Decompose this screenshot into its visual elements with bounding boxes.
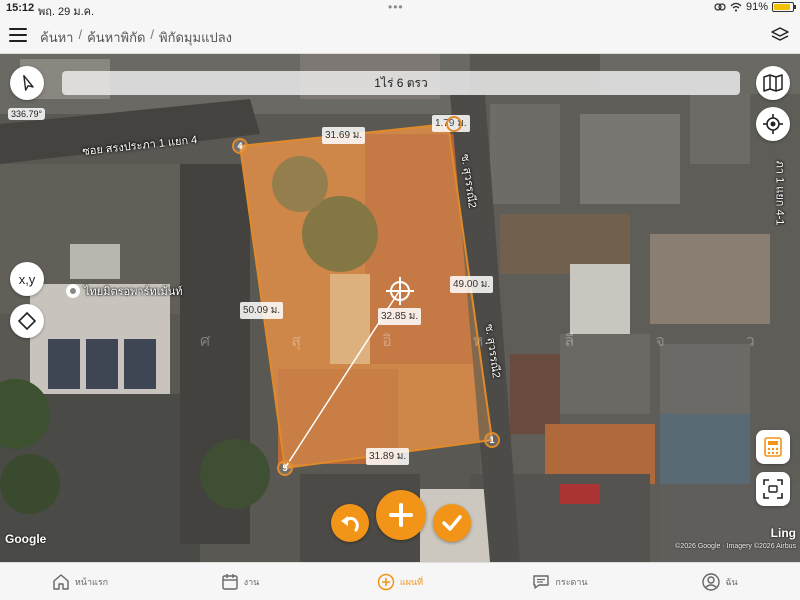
xy-input-button[interactable]: x,y: [10, 262, 44, 296]
map-copyright: ©2026 Google · Imagery ©2026 Airbus: [675, 543, 796, 550]
link-icon: [714, 3, 726, 11]
area-display: 1ไร่ 6 ตรว: [62, 71, 740, 95]
diamond-icon: [18, 312, 36, 330]
my-location-button[interactable]: [756, 107, 790, 141]
tab-jobs[interactable]: งาน: [160, 563, 320, 600]
tab-profile[interactable]: ฉัน: [640, 563, 800, 600]
tab-bar: หน้าแรก งาน แผนที่ กระดาน ฉัน: [0, 562, 800, 600]
user-icon: [702, 572, 721, 591]
plus-circle-icon: [377, 573, 395, 590]
nav-bar: ค้นหา / ค้นหาพิกัด / พิกัดมุมแปลง: [0, 16, 800, 54]
map-icon: [763, 74, 783, 92]
tab-map[interactable]: แผนที่: [320, 563, 480, 600]
tab-board[interactable]: กระดาน: [480, 563, 640, 600]
calculator-button[interactable]: [756, 430, 790, 464]
checkmark-icon: [442, 515, 462, 531]
capture-button[interactable]: [756, 472, 790, 506]
add-point-button[interactable]: [376, 490, 426, 540]
compass-icon: [23, 74, 34, 91]
confirm-button[interactable]: [433, 504, 471, 542]
wifi-icon: [730, 2, 742, 12]
breadcrumb-separator: /: [78, 27, 83, 42]
vertex-marker[interactable]: 4: [232, 138, 248, 154]
chat-icon: [533, 574, 550, 589]
plus-icon: [389, 503, 413, 527]
status-bar: 15:12 พฤ. 29 ม.ค. ••• 91%: [0, 0, 800, 18]
status-right: 91%: [714, 1, 796, 13]
breadcrumb: ค้นหา / ค้นหาพิกัด / พิกัดมุมแปลง: [40, 27, 232, 48]
screenshot-frame-icon: [763, 479, 783, 499]
xy-label: x,y: [18, 271, 36, 287]
breadcrumb-separator: /: [150, 27, 155, 42]
vertex-marker[interactable]: 1: [484, 432, 500, 448]
vertex-marker-handle[interactable]: [446, 116, 462, 132]
tab-label: หน้าแรก: [74, 576, 109, 587]
poi-label: ไทยมิตรอพาร์ทเม้นท์: [84, 286, 183, 298]
location-target-icon: [763, 114, 783, 134]
heading-value: 336.79°: [8, 108, 46, 120]
tab-label: งาน: [243, 576, 260, 587]
parcel-polygon: [238, 122, 494, 470]
vertex-marker[interactable]: 5: [277, 460, 293, 476]
undo-icon: [341, 516, 359, 532]
status-time: 15:12: [6, 2, 35, 14]
poi-pin-icon: [66, 284, 80, 298]
tab-home[interactable]: หน้าแรก: [0, 563, 160, 600]
street-label: ภา 1 แยก 4-1: [773, 160, 786, 226]
compass-button[interactable]: [10, 66, 44, 100]
menu-icon[interactable]: [9, 28, 27, 42]
measurement-right: 49.00 ม.: [450, 276, 494, 293]
satellite-map[interactable]: ศ สุ อิ ห ลี จ ว ล ดิ์ 1ไร่ 6 ตรว 336.79…: [0, 54, 800, 562]
breadcrumb-parcel-corners: พิกัดมุมแปลง: [159, 30, 233, 45]
poi-marker[interactable]: ไทยมิตรอพาร์ทเม้นท์: [66, 282, 183, 300]
navigate-button[interactable]: [10, 304, 44, 338]
measurement-diagonal: 32.85 ม.: [378, 308, 422, 325]
map-view-button[interactable]: [756, 66, 790, 100]
multitask-dots-icon[interactable]: •••: [388, 0, 404, 14]
measurement-bottom: 31.89 ม.: [366, 448, 410, 465]
crosshair-icon: [386, 277, 414, 305]
home-icon: [53, 573, 69, 590]
calendar-icon: [221, 573, 238, 590]
breadcrumb-search[interactable]: ค้นหา: [40, 27, 73, 48]
undo-button[interactable]: [331, 504, 369, 542]
breadcrumb-search-coordinates[interactable]: ค้นหาพิกัด: [87, 27, 145, 48]
battery-icon: [772, 2, 796, 12]
calculator-icon: [764, 437, 782, 457]
layers-icon[interactable]: [770, 26, 790, 44]
google-logo: Google: [5, 532, 47, 546]
battery-percent: 91%: [745, 1, 768, 13]
measurement-top: 31.69 ม.: [322, 127, 366, 144]
tab-label: กระดาน: [555, 576, 588, 587]
tab-label: แผนที่: [399, 576, 424, 587]
tab-label: ฉัน: [725, 576, 738, 587]
measurement-left: 50.09 ม.: [240, 302, 284, 319]
map-corner-label: Ling: [770, 526, 796, 540]
